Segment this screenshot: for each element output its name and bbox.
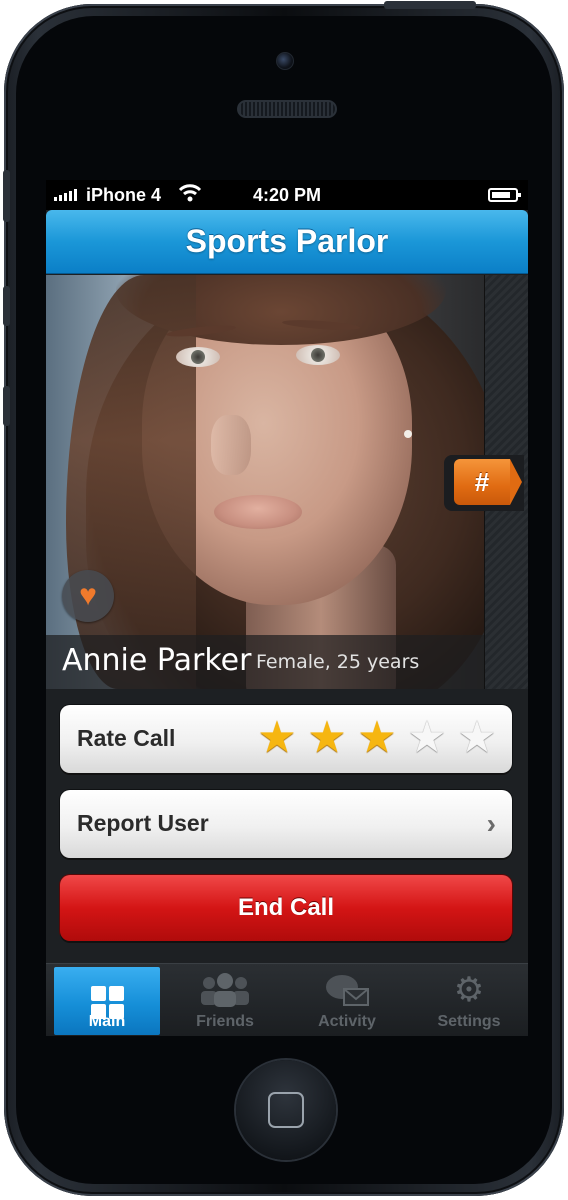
star-icon-3[interactable]: ★ [356,716,398,760]
home-square-icon [268,1092,304,1128]
end-call-button[interactable]: End Call [60,875,512,941]
navigation-bar: Sports Parlor [46,210,528,274]
report-user-label: Report User [77,810,209,836]
people-icon [172,967,278,1013]
chat-mail-icon [294,967,400,1013]
power-button [384,1,476,9]
app-screen: iPhone 4 4:20 PM Sports Parlor # ♥ Annie… [46,180,528,1036]
volume-down-button [3,386,10,426]
user-details: Female, 25 years [256,651,420,673]
tab-bar: Main Friends Activity ⚙ Settings [46,963,528,1036]
star-icon-4[interactable]: ★ [406,716,448,760]
mute-switch [3,170,10,222]
tab-activity-label: Activity [318,1013,376,1030]
chevron-right-icon: › [486,808,496,839]
tab-main-label: Main [88,1013,126,1030]
star-icon-1[interactable]: ★ [256,716,298,760]
star-icon-5[interactable]: ★ [456,716,498,760]
hashtag-pointer [510,459,522,505]
heart-icon[interactable]: ♥ [62,570,114,622]
star-icon-2[interactable]: ★ [306,716,348,760]
profile-photo [46,275,484,689]
hashtag-button[interactable]: # [454,459,510,505]
user-name: Annie Parker [62,643,252,678]
page-title: Sports Parlor [185,223,389,259]
volume-up-button [3,286,10,326]
tab-friends-label: Friends [196,1013,254,1030]
status-bar: iPhone 4 4:20 PM [46,180,528,210]
grid-icon [54,967,160,1019]
tab-friends[interactable]: Friends [172,967,278,1035]
front-camera [276,52,294,70]
home-button[interactable] [236,1060,336,1160]
report-user-button[interactable]: Report User › [60,790,512,858]
rate-call-card: Rate Call ★ ★ ★ ★ ★ [60,705,512,773]
rate-call-label: Rate Call [77,725,176,751]
tab-activity[interactable]: Activity [294,967,400,1035]
tab-settings[interactable]: ⚙ Settings [416,967,522,1035]
status-time: 4:20 PM [252,185,322,205]
gear-icon: ⚙ [453,971,485,1009]
tab-settings-label: Settings [437,1013,501,1030]
battery-icon [488,188,521,202]
star-rating[interactable]: ★ ★ ★ ★ ★ [256,716,498,760]
profile-info-bar: Annie Parker Female, 25 years [46,635,484,689]
tab-main[interactable]: Main [54,967,160,1035]
earpiece-speaker [237,100,337,118]
